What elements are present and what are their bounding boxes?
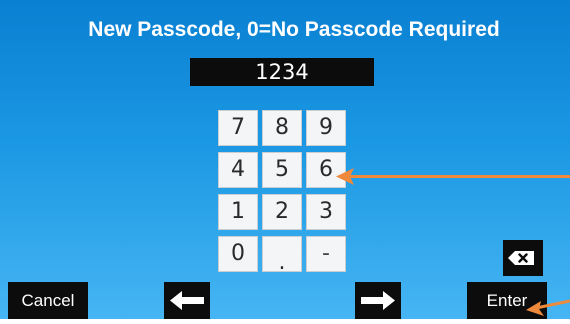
key-0[interactable]: 0	[218, 236, 258, 272]
key-decimal-point[interactable]: .	[262, 236, 302, 275]
key-1[interactable]: 1	[218, 194, 258, 230]
callout-arrow-head-icon	[336, 168, 354, 185]
key-3[interactable]: 3	[306, 194, 346, 230]
page-title: New Passcode, 0=No Passcode Required	[88, 18, 500, 41]
key-7[interactable]: 7	[218, 110, 258, 146]
passcode-value-field[interactable]: 1234	[190, 58, 374, 86]
cancel-button[interactable]: Cancel	[8, 282, 88, 319]
callout-arrow-enter-icon	[526, 299, 570, 316]
backspace-icon	[508, 251, 534, 265]
key-8[interactable]: 8	[262, 110, 302, 146]
key-4[interactable]: 4	[218, 152, 258, 188]
passcode-screen: New Passcode, 0=No Passcode Required 123…	[0, 0, 570, 319]
arrow-right-icon	[361, 291, 395, 310]
arrow-left-icon	[170, 291, 204, 310]
key-minus[interactable]: -	[306, 236, 346, 272]
key-2[interactable]: 2	[262, 194, 302, 230]
cursor-right-button[interactable]	[355, 282, 401, 319]
key-5[interactable]: 5	[262, 152, 302, 188]
backspace-button[interactable]	[503, 240, 543, 276]
cursor-left-button[interactable]	[164, 282, 210, 319]
key-9[interactable]: 9	[306, 110, 346, 146]
callout-arrow-line	[346, 175, 570, 178]
